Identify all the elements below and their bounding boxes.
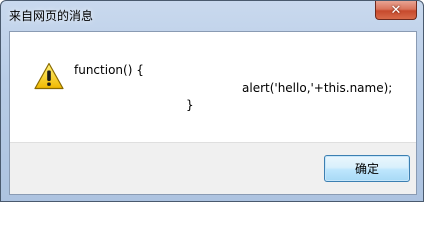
message-dialog-window: 来自网页的消息 ✕ function() { alert('hello,'+th… <box>0 0 424 202</box>
dialog-body: function() { alert('hello,'+this.name); … <box>9 31 417 195</box>
dialog-title: 来自网页的消息 <box>9 9 94 23</box>
title-bar[interactable]: 来自网页的消息 ✕ <box>1 1 423 29</box>
message-line-1: function() { <box>74 63 144 77</box>
close-button[interactable]: ✕ <box>375 1 417 20</box>
warning-icon <box>34 62 64 90</box>
button-bar: 确定 <box>10 142 416 194</box>
message-area: function() { alert('hello,'+this.name); … <box>10 32 416 142</box>
message-line-3: } <box>186 98 194 112</box>
close-icon: ✕ <box>390 2 402 18</box>
message-line-2: alert('hello,'+this.name); <box>242 81 393 95</box>
ok-button[interactable]: 确定 <box>324 155 410 182</box>
